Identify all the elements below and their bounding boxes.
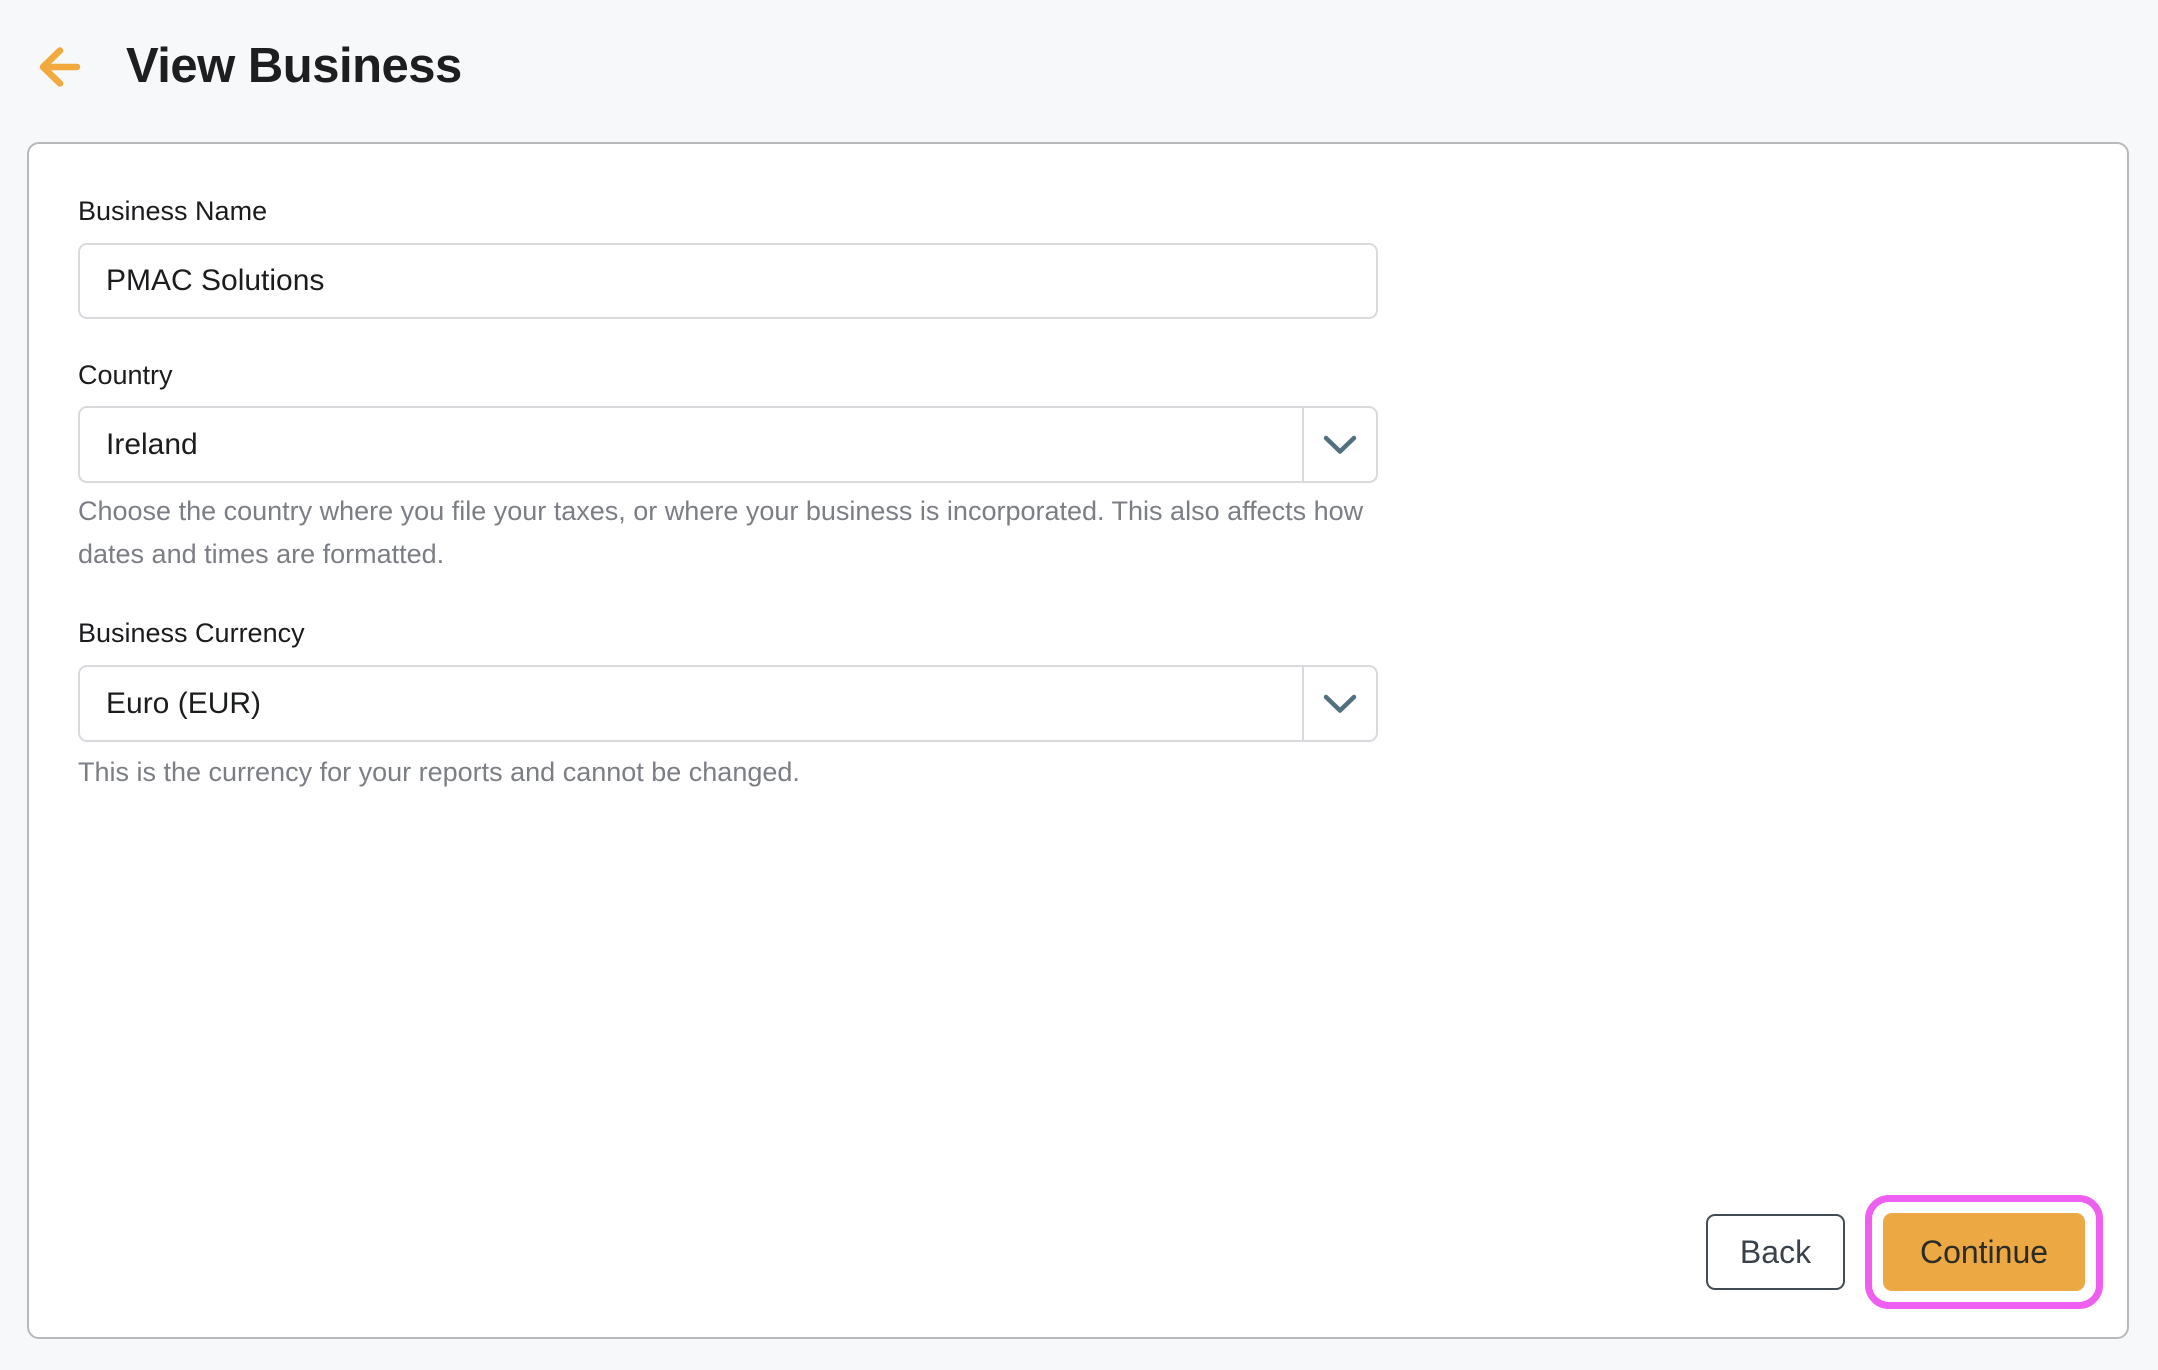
chevron-down-icon [1302, 667, 1376, 740]
business-form-card: Business Name Country Ireland Choose the… [27, 142, 2129, 1339]
continue-highlight-ring: Continue [1865, 1195, 2103, 1309]
view-business-screen: View Business Business Name Country Irel… [0, 0, 2158, 1370]
page-title: View Business [126, 36, 462, 96]
business-name-label: Business Name [78, 196, 267, 226]
back-button[interactable]: Back [1706, 1214, 1845, 1290]
business-currency-select[interactable]: Euro (EUR) [78, 665, 1378, 742]
business-name-input[interactable] [78, 243, 1378, 319]
back-arrow-icon[interactable] [37, 45, 81, 89]
form-actions: Back Continue [1706, 1195, 2103, 1309]
country-helper-text: Choose the country where you file your t… [78, 490, 1398, 576]
continue-button[interactable]: Continue [1883, 1213, 2085, 1291]
chevron-down-icon [1302, 408, 1376, 481]
country-label: Country [78, 360, 173, 390]
country-select-value: Ireland [80, 408, 1302, 481]
business-currency-helper-text: This is the currency for your reports an… [78, 751, 1398, 794]
business-currency-label: Business Currency [78, 618, 305, 648]
country-select[interactable]: Ireland [78, 406, 1378, 483]
business-currency-select-value: Euro (EUR) [80, 667, 1302, 740]
